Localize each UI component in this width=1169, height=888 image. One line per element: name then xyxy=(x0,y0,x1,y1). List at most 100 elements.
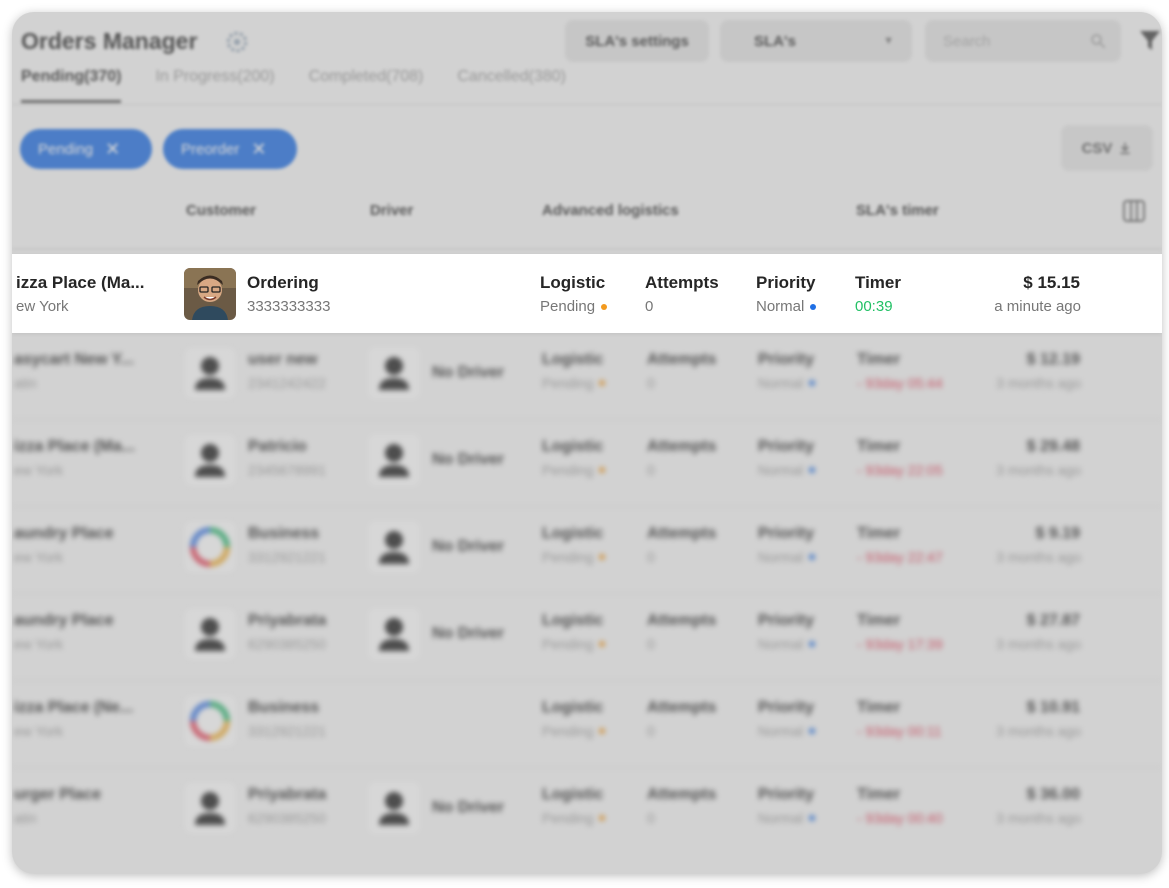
priority-value: Normal xyxy=(758,549,816,565)
timer-label: Timer xyxy=(857,525,901,542)
attempts-label: Attempts xyxy=(647,438,717,455)
store-city: ew York xyxy=(14,462,64,478)
logistic-label: Logistic xyxy=(542,438,604,455)
driver-name: No Driver xyxy=(432,799,505,816)
priority-text: Normal xyxy=(758,462,804,478)
logistic-status: Pending xyxy=(542,636,606,652)
attempts-label: Attempts xyxy=(645,273,719,292)
logistic-label: Logistic xyxy=(542,612,604,629)
timer-value: 00:39 xyxy=(855,298,893,315)
timer-label: Timer xyxy=(857,786,901,803)
order-price: $ 36.00 xyxy=(1026,786,1080,803)
timer-value: - 93day 00:11 xyxy=(857,723,942,739)
person-icon xyxy=(195,444,225,477)
status-dot xyxy=(601,303,608,310)
logistic-status-text: Pending xyxy=(542,636,594,652)
store-city: ew York xyxy=(14,549,64,565)
avatar xyxy=(184,521,236,573)
priority-label: Priority xyxy=(758,612,815,629)
avatar xyxy=(184,347,236,399)
logistic-status-text: Pending xyxy=(542,549,594,565)
priority-value: Normal xyxy=(758,375,816,391)
table-row[interactable]: izza Place (Ma... ew York Patricio 23456… xyxy=(12,420,1162,507)
order-price: $ 15.15 xyxy=(1023,273,1080,292)
ring-logo-icon xyxy=(190,701,230,741)
customer-name: Priyabrata xyxy=(248,786,327,803)
driver-name: No Driver xyxy=(432,364,505,381)
attempts-value: 0 xyxy=(645,298,654,315)
logistic-status: Pending xyxy=(542,723,606,739)
table-row[interactable]: asycart New Y... atin user new 234124242… xyxy=(12,333,1162,420)
timer-label: Timer xyxy=(855,273,901,292)
timer-value: - 93day 05:44 xyxy=(857,375,943,391)
order-time-ago: 3 months ago xyxy=(996,723,1081,739)
customer-phone: 3312921221 xyxy=(248,723,326,739)
timer-value: - 93day 22:05 xyxy=(857,462,943,478)
attempts-label: Attempts xyxy=(647,786,717,803)
table-row[interactable]: izza Place (Ne... ew York Business 33129… xyxy=(12,681,1162,768)
person-icon xyxy=(195,357,225,390)
customer-phone: 6290385250 xyxy=(248,636,326,652)
customer-photo-avatar xyxy=(184,268,236,320)
customer-phone: 2341242422 xyxy=(248,375,326,391)
attempts-value: 0 xyxy=(647,723,655,739)
priority-text: Normal xyxy=(758,549,804,565)
timer-label: Timer xyxy=(857,351,901,368)
orders-table: asycart New Y... atin user new 234124242… xyxy=(12,12,1162,874)
status-dot xyxy=(599,641,606,647)
attempts-label: Attempts xyxy=(647,525,717,542)
driver-name: No Driver xyxy=(432,451,505,468)
customer-name: Patricio xyxy=(248,438,307,455)
priority-value: Normal xyxy=(758,462,816,478)
priority-label: Priority xyxy=(758,351,815,368)
order-time-ago: 3 months ago xyxy=(996,636,1081,652)
driver-avatar xyxy=(368,434,420,486)
timer-label: Timer xyxy=(857,612,901,629)
attempts-label: Attempts xyxy=(647,612,717,629)
timer-value: - 93day 00:40 xyxy=(857,810,943,826)
logistic-status: Pending xyxy=(542,375,606,391)
priority-dot xyxy=(809,641,816,647)
order-time-ago: a minute ago xyxy=(994,298,1081,315)
priority-label: Priority xyxy=(758,438,815,455)
attempts-value: 0 xyxy=(647,549,655,565)
attempts-value: 0 xyxy=(647,375,655,391)
customer-name: Business xyxy=(248,699,320,716)
avatar xyxy=(184,695,236,747)
customer-phone: 3333333333 xyxy=(247,298,331,315)
customer-name: Ordering xyxy=(247,273,319,292)
logistic-status-text: Pending xyxy=(542,462,594,478)
logistic-status: Pending xyxy=(542,549,606,565)
logistic-label: Logistic xyxy=(542,786,604,803)
order-time-ago: 3 months ago xyxy=(996,810,1081,826)
logistic-label: Logistic xyxy=(542,525,604,542)
customer-phone: 2345678991 xyxy=(248,462,326,478)
status-dot xyxy=(599,554,606,560)
new-order-row[interactable]: izza Place (Ma... ew York Ordering 33333… xyxy=(12,254,1162,333)
attempts-label: Attempts xyxy=(647,351,717,368)
store-city: atin xyxy=(14,375,37,391)
status-dot xyxy=(599,728,606,734)
customer-name: Business xyxy=(248,525,320,542)
customer-phone: 3312921221 xyxy=(248,549,326,565)
logistic-status-text: Pending xyxy=(542,810,594,826)
order-time-ago: 3 months ago xyxy=(996,375,1081,391)
logistic-status: Pending xyxy=(542,462,606,478)
priority-label: Priority xyxy=(758,699,815,716)
customer-name: Priyabrata xyxy=(248,612,327,629)
avatar xyxy=(184,608,236,660)
status-dot xyxy=(599,467,606,473)
table-row[interactable]: aundry Place ew York Priyabrata 62903852… xyxy=(12,594,1162,681)
store-name: urger Place xyxy=(14,786,102,803)
attempts-value: 0 xyxy=(647,462,655,478)
timer-value: - 93day 22:47 xyxy=(857,549,943,565)
driver-name: No Driver xyxy=(432,625,505,642)
order-price: $ 9.19 xyxy=(1035,525,1080,542)
table-row[interactable]: aundry Place ew York Business 3312921221… xyxy=(12,507,1162,594)
order-price: $ 27.87 xyxy=(1026,612,1080,629)
store-city: ew York xyxy=(16,298,69,315)
table-row[interactable]: urger Place atin Priyabrata 6290385250 N… xyxy=(12,768,1162,855)
logistic-label: Logistic xyxy=(540,273,606,292)
avatar xyxy=(184,782,236,834)
priority-dot xyxy=(809,728,816,734)
